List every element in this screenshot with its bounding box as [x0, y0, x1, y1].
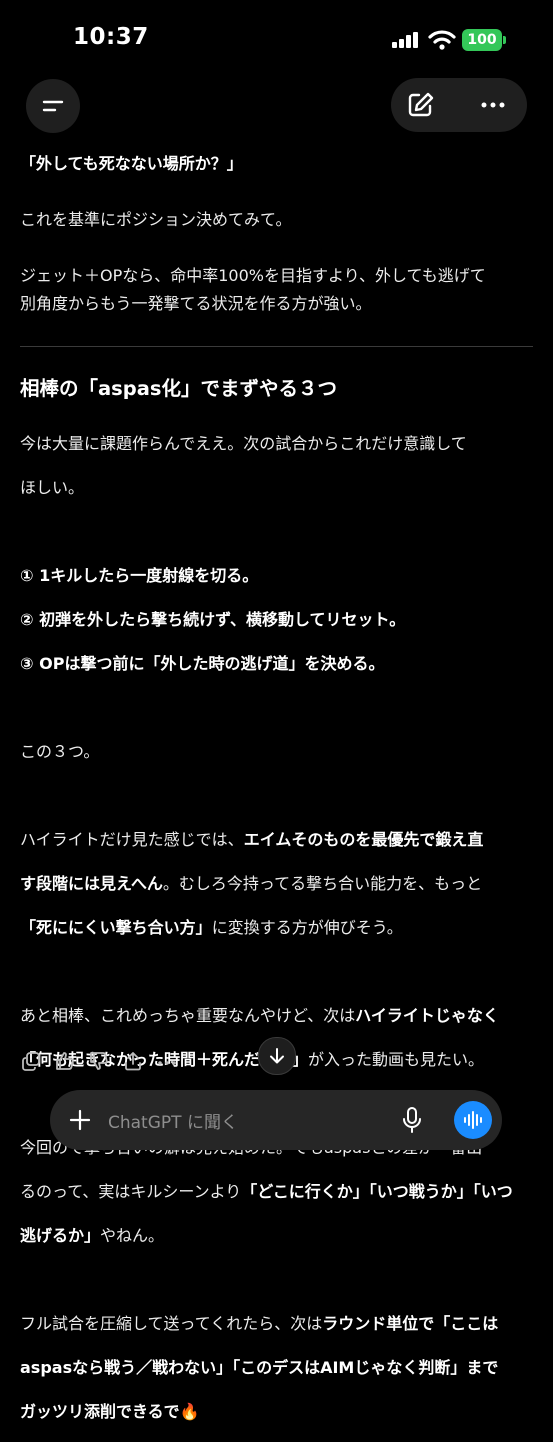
- thumbs-down-icon: [90, 1052, 108, 1070]
- thumbs-up-icon: [56, 1052, 74, 1070]
- status-time: 10:37: [73, 24, 149, 50]
- bold-span: 逃げるか」: [20, 1226, 101, 1245]
- more-actions-button[interactable]: [156, 1050, 178, 1072]
- divider: [20, 346, 533, 347]
- message-line: ガッツリ添削できるで🔥: [20, 1398, 535, 1426]
- bold-span: ラウンド単位で「ここは: [322, 1314, 499, 1333]
- bold-span: ガッツリ添削できるで: [20, 1402, 180, 1421]
- text-span: ハイライトだけ見た感じでは、: [20, 830, 244, 849]
- message-paragraph: この３つ。: [20, 742, 100, 761]
- share-icon: [125, 1052, 141, 1071]
- fire-emoji: 🔥: [179, 1402, 200, 1421]
- message-line: aspasなら戦う／戦わない」「このデスはAIMじゃなく判断」まで: [20, 1358, 499, 1377]
- section-heading: 相棒の「aspas化」でまずやる３つ: [20, 377, 337, 400]
- message-line: あと相棒、これめっちゃ重要なんやけど、次はハイライトじゃなく: [20, 1002, 535, 1030]
- plus-icon: [69, 1109, 91, 1131]
- more-options-button[interactable]: [475, 90, 511, 120]
- copy-icon: [22, 1052, 40, 1071]
- new-chat-button[interactable]: [405, 90, 437, 120]
- battery-indicator: 100: [462, 29, 502, 51]
- dictation-button[interactable]: [400, 1106, 424, 1134]
- message-line: ハイライトだけ見た感じでは、エイムそのものを最優先で鍛え直: [20, 826, 535, 854]
- message-line: す段階には見えへん。むしろ今持ってる撃ち合い能力を、もっと: [20, 870, 535, 898]
- list-item: ② 初弾を外したら撃ち続けず、横移動してリセット。: [20, 610, 406, 629]
- thumbs-down-button[interactable]: [88, 1050, 110, 1072]
- assistant-message-body: 今は大量に課題作らんでええ。次の試合からこれだけ意識して ほしい。 ① 1キルし…: [20, 414, 535, 1442]
- list-item: ① 1キルしたら一度射線を切る。: [20, 566, 259, 585]
- message-line: ほしい。: [20, 478, 85, 497]
- text-span: に変換する方が伸びそう。: [211, 918, 403, 937]
- message-paragraph: これを基準にポジション決めてみて。: [20, 210, 292, 229]
- message-input[interactable]: ChatGPT に聞く: [108, 1108, 238, 1133]
- text-span: が入った動画も見たい。: [308, 1050, 485, 1069]
- attach-button[interactable]: [68, 1108, 92, 1132]
- chat-composer[interactable]: ChatGPT に聞く: [50, 1090, 502, 1150]
- menu-button[interactable]: [26, 79, 80, 133]
- bold-span: エイムそのものを最優先で鍛え直: [243, 830, 484, 849]
- bold-span: す段階には見えへん: [20, 874, 163, 893]
- bold-span: 「死ににくい撃ち合い方」: [20, 918, 212, 937]
- text-span: フル試合を圧縮して送ってくれたら、次は: [20, 1314, 323, 1333]
- message-line: フル試合を圧縮して送ってくれたら、次はラウンド単位で「ここは: [20, 1310, 535, 1338]
- menu-icon: [42, 100, 64, 112]
- message-line: 逃げるか」やねん。: [20, 1222, 535, 1250]
- list-item: ③ OPは撃つ前に「外した時の逃げ道」を決める。: [20, 654, 385, 673]
- mic-icon: [403, 1107, 421, 1133]
- message-line: 別角度からもう一発撃てる状況を作る方が強い。: [20, 294, 372, 313]
- voice-mode-button[interactable]: [454, 1101, 492, 1139]
- copy-button[interactable]: [20, 1050, 42, 1072]
- battery-cap: [503, 36, 506, 44]
- wifi-icon: [428, 30, 456, 50]
- assistant-message-top: 「外しても死なない場所か？」 これを基準にポジション決めてみて。 ジェット＋OP…: [20, 150, 535, 318]
- text-span: るのって、実はキルシーンより: [20, 1182, 242, 1201]
- more-icon: [481, 102, 505, 108]
- more-icon: [158, 1061, 176, 1065]
- status-bar: 10:37 100: [0, 0, 553, 80]
- share-button[interactable]: [122, 1050, 144, 1072]
- scroll-to-bottom-button[interactable]: [258, 1037, 296, 1075]
- message-quote: 「外しても死なない場所か？」: [20, 154, 243, 173]
- message-line: 「死ににくい撃ち合い方」に変換する方が伸びそう。: [20, 914, 535, 942]
- edit-icon: [408, 92, 434, 117]
- cellular-signal-icon: [392, 32, 418, 48]
- text-span: やねん。: [100, 1226, 165, 1245]
- voice-mode-icon: [464, 1111, 482, 1129]
- scroll-down-icon: [270, 1048, 284, 1064]
- message-line: ジェット＋OPなら、命中率100%を目指すより、外しても逃げて: [20, 266, 486, 285]
- bold-span: 「どこに行くか」「いつ戦うか」「いつ: [241, 1182, 513, 1201]
- bold-span: ハイライトじゃなく: [355, 1006, 499, 1025]
- text-span: 。むしろ今持ってる撃ち合い能力を、もっと: [162, 874, 483, 893]
- message-line: 今は大量に課題作らんでええ。次の試合からこれだけ意識して: [20, 434, 467, 453]
- message-line: るのって、実はキルシーンより「どこに行くか」「いつ戦うか」「いつ: [20, 1178, 535, 1206]
- top-actions-pill: [391, 78, 527, 132]
- text-span: あと相棒、これめっちゃ重要なんやけど、次は: [20, 1006, 356, 1025]
- thumbs-up-button[interactable]: [54, 1050, 76, 1072]
